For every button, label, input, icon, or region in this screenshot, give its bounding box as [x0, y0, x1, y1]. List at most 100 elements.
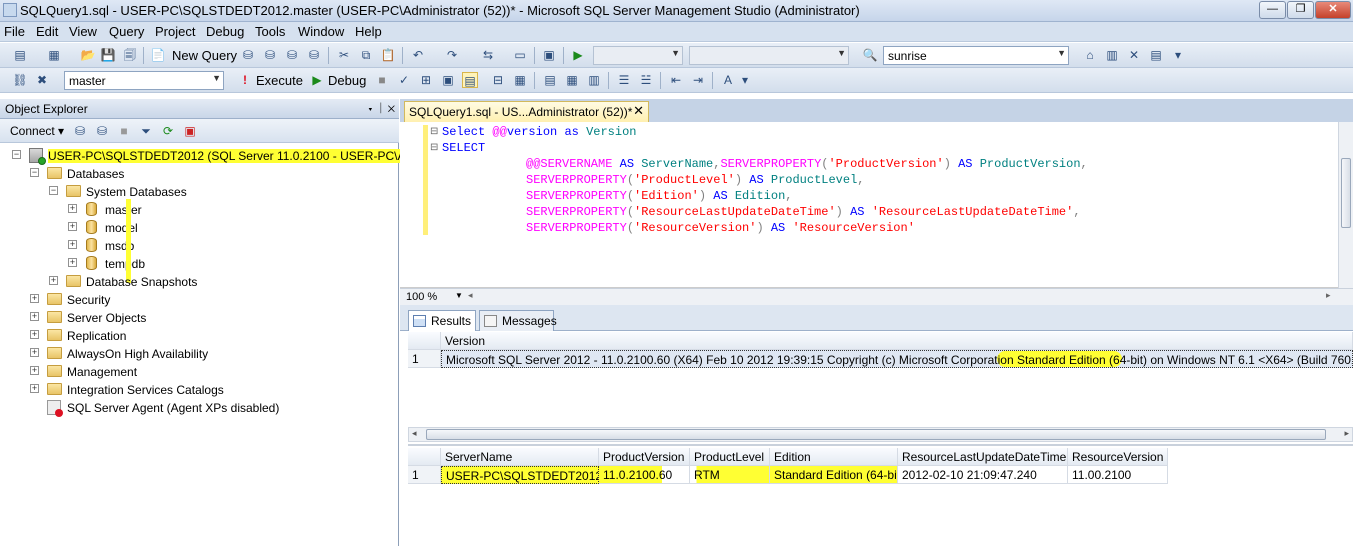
save-all-icon[interactable]: 🗐 [122, 47, 138, 63]
cut-icon[interactable]: ✂ [336, 47, 352, 63]
db-engine-query-icon[interactable]: ⛁ [240, 47, 256, 63]
open-file-icon[interactable]: 📂 [80, 47, 96, 63]
intellisense-icon[interactable]: ▤ [462, 72, 478, 88]
zoom-select[interactable]: 100 % [406, 291, 437, 303]
decrease-indent-icon[interactable]: ⇤ [668, 72, 684, 88]
database-select[interactable]: master ▼ [64, 71, 224, 90]
scroll-right-icon[interactable]: ▸ [1326, 290, 1331, 301]
connect-icon[interactable]: ⛓ [12, 72, 28, 88]
results-to-text-icon[interactable]: ▤ [542, 72, 558, 88]
menu-debug[interactable]: Debug [206, 24, 244, 39]
solution-platform-select[interactable]: ▼ [689, 46, 849, 65]
grid-splitter[interactable] [408, 444, 1353, 446]
menu-edit[interactable]: Edit [36, 24, 58, 39]
properties-icon[interactable]: ✕ [1126, 47, 1142, 63]
mdx-query-icon[interactable]: ⛁ [284, 47, 300, 63]
grid-horizontal-scrollbar[interactable]: ◂ ▸ [408, 427, 1353, 442]
specify-values-icon[interactable]: A [720, 72, 736, 88]
menu-tools[interactable]: Tools [255, 24, 285, 39]
scroll-left-icon[interactable]: ◂ [468, 290, 473, 301]
column-header-edition[interactable]: Edition [770, 448, 898, 466]
column-header-productversion[interactable]: ProductVersion [599, 448, 690, 466]
oe-connect-icon[interactable]: ⛁ [72, 123, 88, 139]
undo-icon[interactable]: ↶ [410, 47, 426, 63]
expand-icon[interactable]: + [30, 294, 39, 303]
navigate-icon[interactable]: ⇆ [480, 47, 496, 63]
toolbar-options-icon[interactable]: ▾ [1170, 47, 1186, 63]
query-designer-icon[interactable]: ▣ [440, 72, 456, 88]
expand-icon[interactable]: + [30, 312, 39, 321]
menu-file[interactable]: File [4, 24, 25, 39]
increase-indent-icon[interactable]: ⇥ [690, 72, 706, 88]
column-header-version[interactable]: Version [441, 332, 1353, 350]
close-button[interactable]: ✕ [1315, 1, 1351, 19]
toolbox-icon[interactable]: ▤ [1148, 47, 1164, 63]
add-item-icon[interactable]: ▦ [46, 47, 62, 63]
panel-pin-close-icons[interactable]: ▾ ᛁ ✕ [367, 101, 395, 115]
grid-cell-resourcelastupdate[interactable]: 2012-02-10 21:09:47.240 [898, 466, 1068, 484]
scroll-right-icon[interactable]: ▸ [1344, 428, 1349, 439]
column-header-resourceversion[interactable]: ResourceVersion [1068, 448, 1168, 466]
debug-icon[interactable]: ▶ [309, 72, 325, 88]
row-number[interactable]: 1 [408, 350, 441, 368]
save-icon[interactable]: 💾 [100, 47, 116, 63]
expand-icon[interactable]: + [30, 366, 39, 375]
oe-disconnect-icon[interactable]: ⛁ [94, 123, 110, 139]
window-icon[interactable]: ▭ [512, 47, 528, 63]
row-number[interactable]: 1 [408, 466, 441, 484]
include-plan-icon[interactable]: ⊟ [490, 72, 506, 88]
cancel-query-icon[interactable]: ■ [374, 72, 390, 88]
expand-icon[interactable]: + [68, 204, 77, 213]
menu-help[interactable]: Help [355, 24, 382, 39]
expand-icon[interactable]: + [30, 330, 39, 339]
toolbar2-options-icon[interactable]: ▾ [737, 72, 753, 88]
expand-icon[interactable]: + [68, 258, 77, 267]
menu-query[interactable]: Query [109, 24, 144, 39]
query-editor[interactable]: ⊟ ⊟ Select @@version as Version SELECT @… [400, 122, 1353, 288]
xmla-query-icon[interactable]: ⛁ [306, 47, 322, 63]
grid-cell-servername[interactable]: USER-PC\SQLSTDEDT2012 [441, 466, 599, 484]
find-in-files-icon[interactable]: 🔍 [862, 47, 878, 63]
expand-icon[interactable]: + [30, 384, 39, 393]
oe-stop-icon[interactable]: ■ [116, 123, 132, 139]
execute-icon[interactable]: ! [237, 72, 253, 88]
outline-collapse-icon[interactable]: ⊟ [430, 126, 438, 137]
start-debugging-icon[interactable]: ▶ [570, 47, 586, 63]
scroll-left-icon[interactable]: ◂ [412, 428, 417, 439]
client-statistics-icon[interactable]: ▦ [512, 72, 528, 88]
restore-button[interactable]: ❐ [1287, 1, 1314, 19]
connect-dropdown[interactable]: Connect ▾ [10, 124, 64, 138]
collapse-icon[interactable]: − [12, 150, 21, 159]
new-project-icon[interactable]: ▤ [12, 47, 28, 63]
solution-config-select[interactable]: ▼ [593, 46, 683, 65]
expand-icon[interactable]: + [68, 222, 77, 231]
expand-icon[interactable]: + [68, 240, 77, 249]
menu-window[interactable]: Window [298, 24, 344, 39]
deploy-icon[interactable]: ▣ [541, 47, 557, 63]
new-query-icon[interactable]: 📄 [150, 47, 166, 63]
execute-button[interactable]: Execute [256, 73, 303, 88]
minimize-button[interactable]: — [1259, 1, 1286, 19]
registered-servers-icon[interactable]: ⌂ [1082, 47, 1098, 63]
grid-cell-resourceversion[interactable]: 11.00.2100 [1068, 466, 1168, 484]
oe-activity-icon[interactable]: ▣ [182, 123, 198, 139]
column-header-resourcelastupdate[interactable]: ResourceLastUpdateDateTime [898, 448, 1068, 466]
expand-icon[interactable]: + [49, 276, 58, 285]
results-to-grid-icon[interactable]: ▦ [564, 72, 580, 88]
uncomment-icon[interactable]: ☱ [638, 72, 654, 88]
results-to-file-icon[interactable]: ▥ [586, 72, 602, 88]
editor-vertical-scrollbar[interactable] [1338, 122, 1353, 288]
object-explorer-icon[interactable]: ▥ [1104, 47, 1120, 63]
new-query-button[interactable]: New Query [172, 48, 237, 63]
expand-icon[interactable]: + [30, 348, 39, 357]
collapse-icon[interactable]: − [49, 186, 58, 195]
grid-cell-version[interactable]: Microsoft SQL Server 2012 - 11.0.2100.60… [441, 350, 1353, 368]
disconnect-icon[interactable]: ✖ [34, 72, 50, 88]
paste-icon[interactable]: 📋 [380, 47, 396, 63]
tab-results[interactable]: Results [408, 310, 476, 331]
column-header-productlevel[interactable]: ProductLevel [690, 448, 770, 466]
grid-cell-edition[interactable]: Standard Edition (64-bit) [770, 466, 898, 484]
comment-icon[interactable]: ☰ [616, 72, 632, 88]
menu-view[interactable]: View [69, 24, 97, 39]
copy-icon[interactable]: ⧉ [358, 47, 374, 63]
